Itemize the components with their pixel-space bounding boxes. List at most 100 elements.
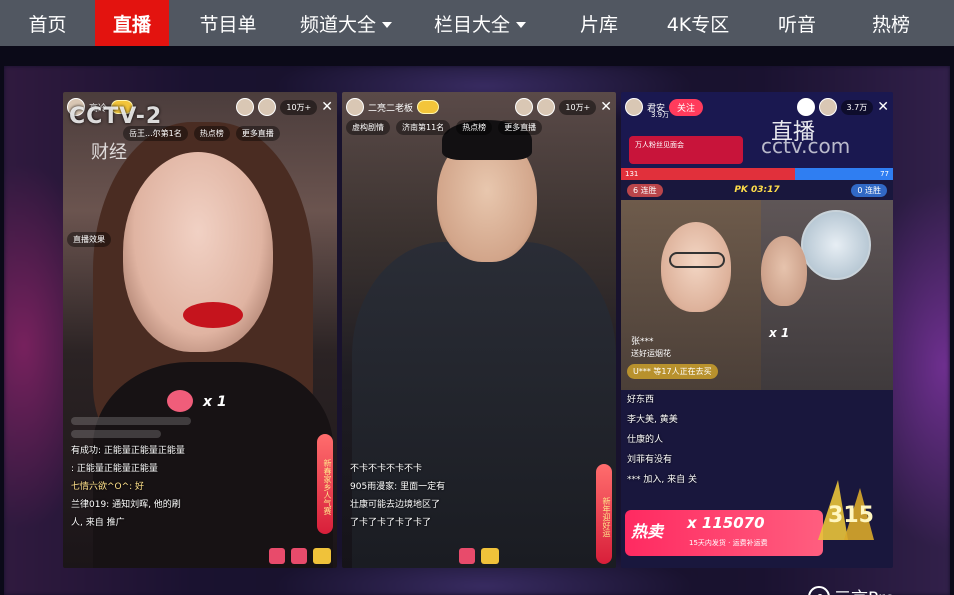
sales-count: x 115070 [687,514,765,532]
315-gala-logo: 315 [818,480,874,540]
win-streak-right: 0 连胜 [851,183,887,197]
viewer-count: 10万+ [559,99,597,115]
nav-item-schedule[interactable]: 节目单 [169,0,287,46]
nav-label: 听音 [777,13,816,36]
gift-icon[interactable] [459,548,475,564]
avatar [537,98,556,116]
hot-list-tag[interactable]: 热点榜 [456,120,493,135]
comment: 兰律019: 通知刘晖, 他的刷 [71,500,181,510]
nav-label: 直播 [112,13,151,36]
comment: 刘菲有没有 [627,455,673,465]
pk-timer: PK 03:17 [734,185,780,195]
comment-list: 有成功: 正能量正能量正能量 : 正能量正能量正能量 七情六欲^O^: 好 兰律… [71,417,297,528]
comment-list: 不卡不卡不卡不卡 905雨漫家: 里面一定有 壮康可能去边境地区了 了卡了卡了卡… [350,461,576,528]
nav-item-channels[interactable]: 频道大全 [287,0,405,46]
more-live-tag[interactable]: 更多直播 [235,126,280,141]
wechat-icon [808,585,830,595]
channel-label: 财经 [91,142,127,163]
avatar [625,98,643,116]
avatar [515,98,534,116]
glasses [669,252,725,268]
pk-video-left: 张*** 送好运烟花 [621,200,761,390]
bottom-actions [69,548,331,564]
gift-icon[interactable] [269,548,285,564]
gift-icon[interactable] [291,548,307,564]
nav-item-home[interactable]: 首页 [0,0,95,46]
hot-list-tag[interactable]: 热点榜 [193,126,230,141]
cart-icon[interactable] [481,548,499,564]
hot-sale-label: 热卖 [631,522,664,541]
avatar [818,98,837,116]
badge-text: 315 [828,503,874,528]
comment-placeholder [71,417,191,425]
comment-placeholder [71,430,161,438]
join-notice: U*** 等17人正在去买 [627,364,718,379]
comment: 人, 来自 推广 [71,518,125,528]
follow-button[interactable]: 关注 [669,98,704,116]
shipping-note: 15天内发货 · 运费补运费 [689,539,768,547]
comment: 有成功: 正能量正能量正能量 [71,446,185,456]
cart-icon[interactable] [313,548,331,564]
watermark: 三言Pro [808,584,895,595]
host-followers: 3.9万 [651,111,670,119]
nav-item-columns[interactable]: 栏目大全 [405,0,555,46]
gift-count: x 1 [769,326,790,340]
nav-label: 片库 [579,13,618,36]
nav-item-audio[interactable]: 听音 [753,0,841,46]
caret-down-icon [516,21,526,28]
wall-painting [801,210,871,280]
gift-count: x 1 [203,394,227,410]
livestream-panel-2: 二亮二老板 10万+ ✕ 虚构剧情 济南第11名 热点榜 更多直播 不卡不卡不卡… [342,92,616,568]
pk-row: 6 连胜 PK 03:17 0 连胜 [621,180,893,200]
nav-label: 频道大全 [299,13,376,36]
comment: 七情六欲^O^: 好 [71,482,145,492]
close-icon[interactable]: ✕ [600,99,612,115]
guest-face [761,236,807,306]
nav-label: 节目单 [199,13,257,36]
nav-item-hot-list[interactable]: 热榜 [841,0,941,46]
pk-score-bar: 131 77 [621,168,893,180]
top-navigation: 首页 直播 节目单 频道大全 栏目大全 片库 4K专区 听音 热榜 [0,0,954,46]
rank-tag[interactable]: 济南第11名 [396,120,451,135]
nav-item-4k[interactable]: 4K专区 [643,0,753,46]
nav-item-live[interactable]: 直播 [95,0,169,46]
comment: 不卡不卡不卡不卡 [350,464,423,474]
comment: 仕康的人 [627,435,664,445]
gold-badge-icon [417,100,440,114]
avatar [258,98,277,116]
promo-card[interactable]: 万人粉丝见面会 [629,136,743,164]
fiction-tag[interactable]: 虚构剧情 [346,120,390,135]
product-price-banner[interactable]: 热卖 x 115070 15天内发货 · 运费补运费 [625,510,823,556]
comment: 李大美, 黄美 [627,415,678,425]
avatar [236,98,255,116]
pk-left-score: 131 [625,170,639,178]
comment: 好东西 [627,395,655,405]
video-player[interactable]: 高冷 10万+ ✕ 岳王...尔第1名 热点榜 更多直播 CCTV-2 财经 直… [4,66,950,595]
more-live-tag[interactable]: 更多直播 [498,120,543,135]
nav-label: 首页 [28,13,67,36]
host-lips [183,302,243,328]
live-stage: 高冷 10万+ ✕ 岳王...尔第1名 热点榜 更多直播 CCTV-2 财经 直… [0,46,954,595]
comment: : 正能量正能量正能量 [71,464,158,474]
comment: 905雨漫家: 里面一定有 [350,482,446,492]
cctv-com-logo: cctv.com [761,134,851,158]
gift-icon [167,390,193,412]
viewer-count: 3.7万 [840,99,874,115]
comment: *** 加入, 来自 关 [627,475,697,485]
nav-label: 栏目大全 [433,13,510,36]
close-icon[interactable]: ✕ [321,99,333,115]
viewer-count: 10万+ [280,99,318,115]
avatar [346,98,364,116]
nav-item-library[interactable]: 片库 [555,0,643,46]
pk-video-right: x 1 [761,200,893,390]
nav-label: 热榜 [871,13,910,36]
win-streak-left: 6 连胜 [627,183,663,197]
event-ribbon[interactable]: 新春家乡人气赛 [317,434,333,534]
comment: 壮康可能去边境地区了 [350,500,441,510]
comment: 了卡了卡了卡了卡了 [350,518,432,528]
livestream-panel-1: 高冷 10万+ ✕ 岳王...尔第1名 热点榜 更多直播 CCTV-2 财经 直… [63,92,337,568]
watermark-text: 三言Pro [834,584,895,595]
close-icon[interactable]: ✕ [877,99,889,115]
tag-row: 虚构剧情 济南第11名 热点榜 更多直播 [346,120,612,135]
pk-right-score: 77 [880,170,889,178]
